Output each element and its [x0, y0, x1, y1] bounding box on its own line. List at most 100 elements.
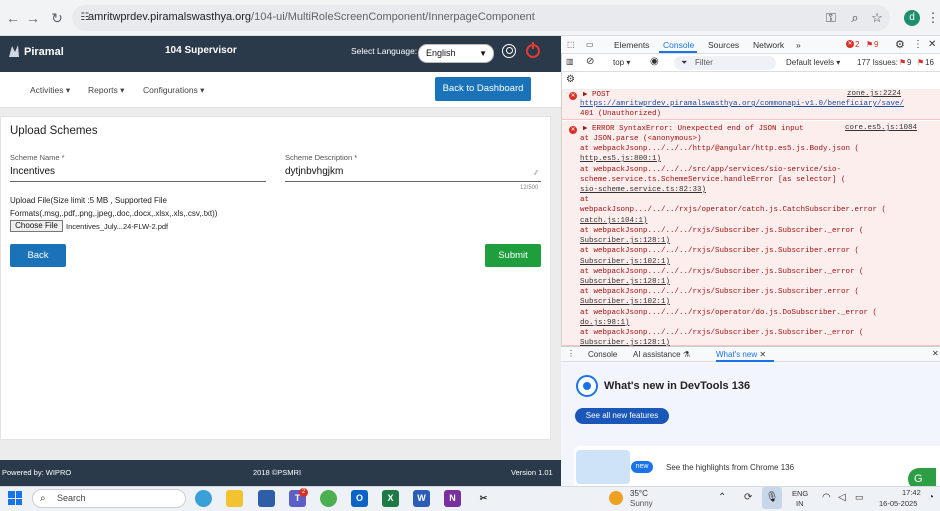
stack-link[interactable]: do.js:98:1): [580, 318, 630, 328]
scheme-name-underline: [10, 181, 266, 182]
scheme-name-input[interactable]: Incentives: [10, 166, 55, 177]
onenote-icon[interactable]: N: [444, 490, 461, 507]
settings-gear-icon[interactable]: ⚙: [895, 38, 905, 51]
submit-button[interactable]: Submit: [485, 244, 541, 267]
windows-start-icon[interactable]: [8, 491, 22, 505]
inspect-element-icon[interactable]: ⬚: [567, 40, 575, 49]
stack-line: at webpackJsonp.../../../rxjs/operator/d…: [580, 309, 878, 317]
notifications-icon[interactable]: ◔: [928, 492, 934, 503]
more-tabs-icon[interactable]: »: [796, 40, 801, 50]
footer-copyright: 2018 ©PSMRI: [253, 468, 302, 477]
store-icon[interactable]: [258, 490, 275, 507]
stack-link[interactable]: Subscriber.js:102:1): [580, 257, 670, 267]
excel-icon[interactable]: X: [382, 490, 399, 507]
stack-link[interactable]: sio-scheme.service.ts:82:33): [580, 185, 706, 195]
console-settings-icon[interactable]: ⚙: [566, 74, 575, 85]
stack-link[interactable]: Subscriber.js:128:1): [580, 338, 670, 346]
new-badge: new: [631, 461, 653, 473]
devtools-menu-icon[interactable]: ⋮: [913, 39, 923, 50]
menu-kebab-icon[interactable]: ⋮: [924, 9, 940, 27]
sync-icon[interactable]: ⟳: [744, 492, 752, 503]
scheme-description-input[interactable]: dytjnbvhgjkm: [285, 166, 343, 177]
stack-line: webpackJsonp.../../../rxjs/operator/catc…: [580, 206, 887, 214]
upload-info: Upload File(Size limit :5 MB , Supported…: [10, 196, 218, 218]
error-count-badge[interactable]: ✕: [846, 40, 854, 48]
drawer-tab-console[interactable]: Console: [588, 350, 617, 359]
drawer-tab-ai-assistance[interactable]: AI assistance ⚗: [633, 350, 690, 359]
back-to-dashboard-button[interactable]: Back to Dashboard: [435, 77, 531, 101]
stack-link[interactable]: Subscriber.js:102:1): [580, 297, 670, 307]
taskbar-search[interactable]: [32, 489, 186, 508]
chrome-logo-icon: [576, 375, 598, 397]
stack-link[interactable]: http.es5.js:800:1): [580, 154, 661, 164]
zoom-icon[interactable]: ⌕: [846, 9, 864, 27]
error1-url[interactable]: https://amritwprdev.piramalswasthya.org/…: [580, 99, 904, 109]
error-icon: ✕: [569, 126, 577, 134]
tab-console[interactable]: Console: [663, 40, 694, 50]
close-drawer-icon[interactable]: ✕: [932, 349, 939, 358]
url-text[interactable]: amritwprdev.piramalswasthya.org/104-ui/M…: [88, 11, 535, 23]
warning-flag-icon: ⚑: [866, 40, 874, 49]
profile-avatar[interactable]: d: [904, 10, 920, 26]
choose-file-button[interactable]: Choose File: [10, 220, 63, 232]
error2-head: ▶ ERROR SyntaxError: Unexpected end of J…: [583, 125, 804, 133]
microphone-icon[interactable]: 🎙: [762, 487, 782, 509]
issues-info-flag-icon: ⚑: [917, 58, 925, 67]
logout-power-icon[interactable]: [526, 42, 540, 58]
error-count: 2: [855, 40, 860, 49]
language-top[interactable]: ENG: [792, 489, 808, 498]
device-toggle-icon[interactable]: ▭: [586, 40, 594, 49]
see-all-features-button[interactable]: See all new features: [575, 408, 669, 424]
close-devtools-icon[interactable]: ✕: [928, 39, 936, 50]
user-profile-icon[interactable]: [502, 44, 516, 58]
outlook-icon[interactable]: O: [351, 490, 368, 507]
app-title: 104 Supervisor: [165, 45, 237, 56]
error2-source-link[interactable]: core.es5.js:1084: [845, 124, 917, 132]
context-select[interactable]: top ▾: [613, 58, 630, 67]
tab-sources[interactable]: Sources: [708, 40, 739, 50]
stack-line: at webpackJsonp.../../../rxjs/Subscriber…: [580, 268, 864, 276]
clear-console-icon[interactable]: ⊘: [586, 56, 594, 67]
language-select[interactable]: English ▼: [418, 44, 494, 63]
tab-elements[interactable]: Elements: [614, 40, 649, 50]
error1-source-link[interactable]: zone.js:2224: [847, 90, 901, 98]
menu-reports-label: Reports: [88, 85, 118, 95]
volume-icon[interactable]: ◁: [838, 492, 846, 503]
menu-reports[interactable]: Reports ▾: [88, 85, 124, 96]
key-icon[interactable]: ⚿: [822, 9, 840, 27]
bookmark-star-icon[interactable]: ☆: [868, 9, 886, 27]
battery-icon[interactable]: ▭: [855, 492, 864, 503]
menu-activities[interactable]: Activities ▾: [30, 85, 70, 96]
filter-input[interactable]: [674, 56, 776, 70]
back-arrow-icon[interactable]: ←: [4, 9, 22, 27]
chrome-icon[interactable]: [320, 490, 337, 507]
card-title: Upload Schemes: [10, 125, 98, 137]
reload-icon[interactable]: ↻: [48, 9, 66, 27]
tray-chevron-icon[interactable]: ⌃: [718, 492, 726, 503]
drawer-menu-icon[interactable]: ⋮: [567, 349, 575, 358]
sidebar-toggle-icon[interactable]: ▥: [566, 57, 574, 66]
eye-icon[interactable]: ◉: [650, 56, 659, 67]
weather-temp[interactable]: 35°C: [630, 489, 648, 498]
clock-time[interactable]: 17:42: [902, 488, 921, 497]
context-value: top: [613, 58, 625, 67]
drawer-tab-whats-new[interactable]: What's new ✕: [716, 350, 766, 359]
issues-label[interactable]: 177 Issues:: [857, 58, 898, 67]
weather-desc: Sunny: [630, 499, 653, 508]
stack-link[interactable]: catch.js:104:1): [580, 216, 648, 226]
stack-link[interactable]: Subscriber.js:128:1): [580, 236, 670, 246]
log-levels-select[interactable]: Default levels ▾: [786, 58, 840, 67]
menu-configurations[interactable]: Configurations ▾: [143, 85, 204, 96]
forward-arrow-icon[interactable]: →: [24, 9, 42, 27]
back-button[interactable]: Back: [10, 244, 66, 267]
file-explorer-icon[interactable]: [226, 490, 243, 507]
word-icon[interactable]: W: [413, 490, 430, 507]
filter-placeholder: Filter: [695, 58, 713, 67]
tab-network[interactable]: Network: [753, 40, 784, 50]
wifi-icon[interactable]: ◠: [822, 492, 831, 503]
stack-link[interactable]: Subscriber.js:128:1): [580, 277, 670, 287]
snipping-tool-icon[interactable]: ✂: [475, 490, 492, 507]
close-tab-icon[interactable]: ✕: [759, 350, 766, 359]
resize-handle-icon[interactable]: ⁄⁄: [535, 170, 537, 177]
edge-browser-icon[interactable]: [195, 490, 212, 507]
